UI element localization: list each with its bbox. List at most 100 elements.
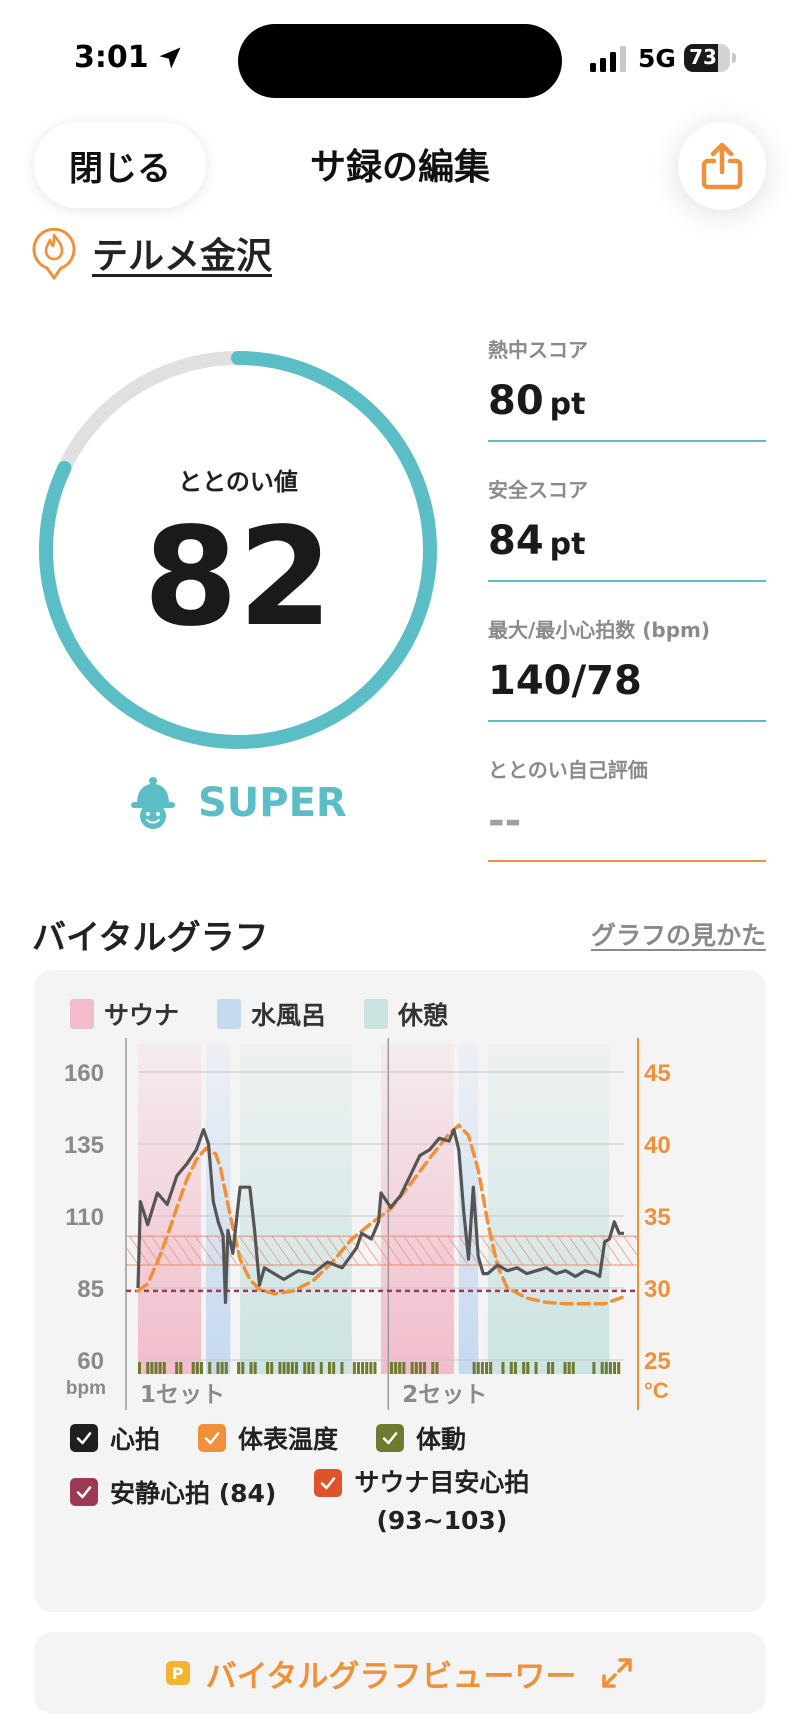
body-motion-mark [480,1362,484,1374]
legend-cold-bath: 水風呂 [217,996,326,1032]
self-rating-value[interactable]: -- [488,798,766,850]
check-icon [76,1486,92,1499]
close-button[interactable]: 閉じる [34,122,206,208]
body-motion-mark [319,1362,323,1374]
share-button[interactable] [678,122,766,210]
set-label: 1セット [140,1382,225,1408]
rank-label: SUPER [198,780,347,826]
body-motion-mark [138,1362,141,1374]
toggle-sauna-target-hr[interactable]: サウナ目安心拍 (93~103) [314,1464,529,1540]
body-motion-mark [435,1362,439,1374]
location-arrow-icon [159,47,181,69]
toggle-resting-hr[interactable]: 安静心拍 (84) [70,1474,276,1510]
phase-cold-bath [206,1044,231,1374]
body-motion-mark [241,1362,245,1374]
checkbox[interactable] [198,1424,227,1452]
body-motion-mark [604,1362,608,1374]
body-motion-mark [534,1362,538,1374]
checkbox[interactable] [70,1424,98,1452]
battery-tip [732,53,736,63]
body-motion-mark [195,1362,199,1374]
graph-guide-link[interactable]: グラフの見かた [591,916,766,952]
body-motion-mark [175,1362,179,1374]
status-time: 3:01 [74,40,149,75]
premium-badge-icon: P [165,1661,190,1685]
toggle-skin-temp[interactable]: 体表温度 [198,1420,338,1456]
sauna-target-band [126,1236,638,1265]
body-motion-mark [600,1362,604,1374]
body-motion-mark [476,1362,480,1374]
safety-score-value: 84 pt [488,518,586,564]
phase-sauna [138,1044,202,1374]
expand-icon [602,1658,633,1688]
vital-graph-card: サウナ 水風呂 休憩 160 135 110 85 60 45 40 35 30… [34,970,766,1612]
body-motion-mark [414,1362,418,1374]
vital-graph-viewer-button[interactable]: P バイタルグラフビューワー [34,1632,766,1714]
toggle-body-motion[interactable]: 体動 [376,1420,466,1456]
body-motion-mark [224,1362,228,1374]
heart-rate-range: 最大/最小心拍数 (bpm) 140/78 [488,614,766,722]
left-tick-label: 110 [65,1204,104,1231]
body-motion-mark [220,1362,224,1374]
body-motion-mark [282,1362,286,1374]
body-motion-mark [332,1362,336,1374]
body-motion-mark [567,1362,571,1374]
left-tick-label: 85 [77,1276,104,1303]
body-motion-mark [365,1362,369,1374]
sauna-hat-face-icon [131,777,175,829]
heart-rate-label: 最大/最小心拍数 (bpm) [488,618,711,642]
body-motion-mark [551,1362,555,1374]
safety-score-label: 安全スコア [488,478,588,502]
body-motion-mark [311,1362,315,1374]
signal-bars-icon [590,46,626,72]
score-value: 82 [143,499,333,657]
body-motion-mark [154,1362,158,1374]
phase-rest [487,1044,610,1374]
body-motion-mark [356,1362,360,1374]
toggle-label: 体表温度 [238,1425,339,1454]
body-motion-mark [290,1362,294,1374]
heat-score-label: 熱中スコア [488,338,588,362]
toggle-label: 体動 [416,1425,467,1454]
series-toggle-row-2: 安静心拍 (84) サウナ目安心拍 (93~103) [70,1464,567,1540]
self-rating-label: ととのい自己評価 [488,758,648,782]
divider [488,720,766,722]
heart-rate-value: 140/78 [488,658,642,704]
left-tick-label: 135 [64,1132,104,1159]
battery-icon: 73 [684,44,730,72]
facility-name: テルメ金沢 [92,236,273,277]
self-rating[interactable]: ととのい自己評価 -- [488,754,766,862]
body-motion-mark [150,1362,154,1374]
right-tick-label: 45 [644,1060,671,1087]
body-motion-mark [270,1362,274,1374]
heat-score: 熱中スコア 80 pt [488,334,766,442]
toggle-heart-rate[interactable]: 心拍 [70,1420,160,1456]
body-motion-mark [158,1362,162,1374]
checkbox[interactable] [314,1469,343,1497]
body-motion-mark [489,1362,493,1374]
body-motion-mark [191,1362,195,1374]
body-motion-mark [307,1362,311,1374]
body-motion-mark [613,1362,617,1374]
divider [488,860,766,862]
legend-swatch [70,999,94,1029]
set-label: 2セット [402,1382,487,1408]
right-tick-label: 30 [644,1276,671,1303]
checkbox[interactable] [376,1424,405,1452]
body-motion-mark [513,1362,517,1374]
body-motion-mark [608,1362,612,1374]
body-motion-mark [389,1362,393,1374]
left-axis-unit: bpm [66,1378,106,1399]
body-motion-mark [303,1362,307,1374]
body-motion-mark [361,1362,365,1374]
body-motion-mark [410,1362,414,1374]
page-title: サ録の編集 [309,147,490,188]
check-icon [76,1432,92,1445]
body-motion-mark [278,1362,282,1374]
safety-score: 安全スコア 84 pt [488,474,766,582]
body-motion-mark [286,1362,290,1374]
right-tick-label: 35 [644,1204,671,1231]
body-motion-mark [249,1362,253,1374]
checkbox[interactable] [70,1478,98,1506]
facility-link[interactable]: テルメ金沢 [32,226,272,280]
